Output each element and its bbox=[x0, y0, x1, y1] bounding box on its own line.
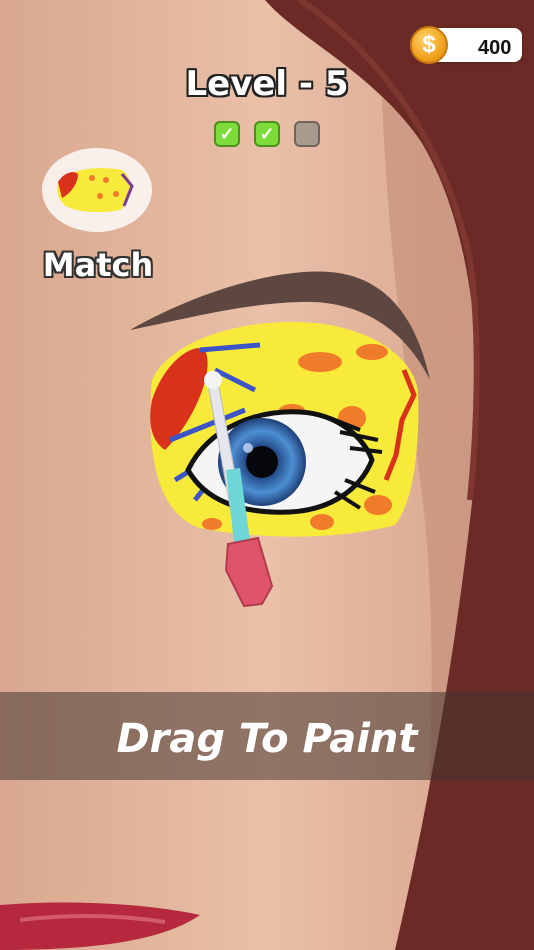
level-title: Level - 5 bbox=[185, 64, 349, 104]
coin-counter: 400 $ bbox=[410, 26, 522, 64]
hint-text: Drag To Paint bbox=[116, 716, 418, 762]
progress-step-3 bbox=[294, 121, 320, 147]
coin-value: 400 bbox=[478, 37, 512, 59]
level-progress: ✓ ✓ bbox=[214, 121, 324, 149]
coin-icon: $ bbox=[410, 26, 448, 64]
hint-banner: Drag To Paint bbox=[0, 692, 534, 780]
eye-glint bbox=[243, 443, 253, 453]
progress-step-1-check-icon: ✓ bbox=[214, 121, 240, 147]
progress-step-2-check-icon: ✓ bbox=[254, 121, 280, 147]
match-target-eye bbox=[42, 148, 152, 232]
match-label: Match bbox=[42, 246, 154, 284]
